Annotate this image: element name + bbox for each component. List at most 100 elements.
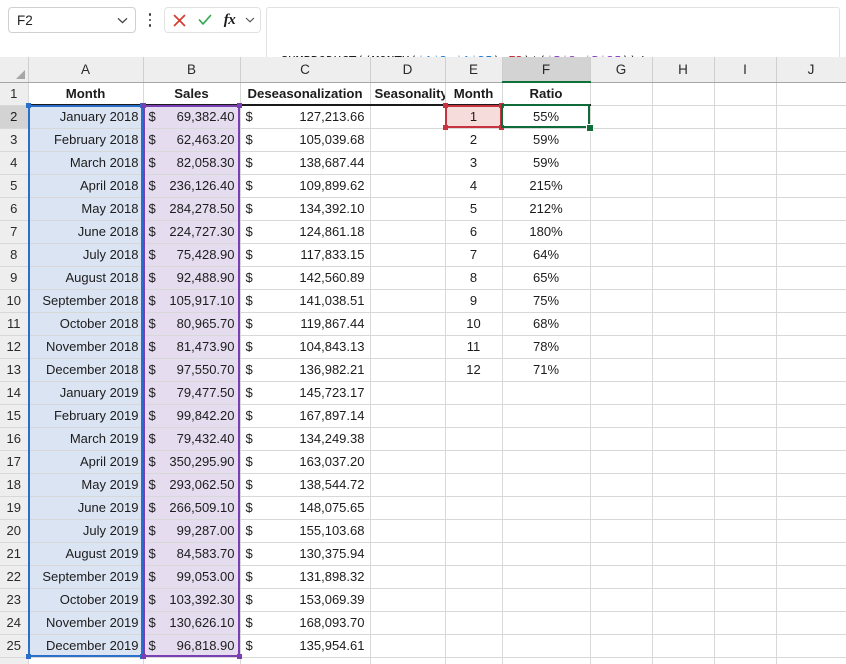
cell-I15[interactable]: [714, 404, 776, 427]
cell-H22[interactable]: [652, 565, 714, 588]
cell-E5[interactable]: 4: [445, 174, 502, 197]
cell-D10[interactable]: [370, 289, 445, 312]
name-box[interactable]: F2: [8, 7, 136, 33]
row-header-4[interactable]: 4: [0, 151, 28, 174]
cell-H19[interactable]: [652, 496, 714, 519]
cell-A21[interactable]: August 2019: [28, 542, 143, 565]
cell-D21[interactable]: [370, 542, 445, 565]
cell-C12[interactable]: $104,843.13: [240, 335, 370, 358]
row-header-14[interactable]: 14: [0, 381, 28, 404]
cell-D23[interactable]: [370, 588, 445, 611]
cell-E4[interactable]: 3: [445, 151, 502, 174]
row-header-6[interactable]: 6: [0, 197, 28, 220]
cell-F21[interactable]: [502, 542, 590, 565]
cell-B10[interactable]: $105,917.10: [143, 289, 240, 312]
cell-C19[interactable]: $148,075.65: [240, 496, 370, 519]
cell-H7[interactable]: [652, 220, 714, 243]
cell-B16[interactable]: $79,432.40: [143, 427, 240, 450]
row-header-9[interactable]: 9: [0, 266, 28, 289]
cell-E20[interactable]: [445, 519, 502, 542]
row-header-25[interactable]: 25: [0, 634, 28, 657]
cell-G9[interactable]: [590, 266, 652, 289]
cell-D24[interactable]: [370, 611, 445, 634]
cell-F6[interactable]: 212%: [502, 197, 590, 220]
cell-A4[interactable]: March 2018: [28, 151, 143, 174]
cell-G20[interactable]: [590, 519, 652, 542]
more-options-icon[interactable]: [141, 7, 159, 33]
cell-B13[interactable]: $97,550.70: [143, 358, 240, 381]
cell-I2[interactable]: [714, 105, 776, 128]
column-header-B[interactable]: B: [143, 57, 240, 82]
cell-E6[interactable]: 5: [445, 197, 502, 220]
cell-D16[interactable]: [370, 427, 445, 450]
cell-A14[interactable]: January 2019: [28, 381, 143, 404]
cell-I8[interactable]: [714, 243, 776, 266]
cell-G5[interactable]: [590, 174, 652, 197]
cell-C15[interactable]: $167,897.14: [240, 404, 370, 427]
cell-B6[interactable]: $284,278.50: [143, 197, 240, 220]
cell-J7[interactable]: [776, 220, 846, 243]
cell-C21[interactable]: $130,375.94: [240, 542, 370, 565]
cell-F2[interactable]: 55%: [502, 105, 590, 128]
cell-A5[interactable]: April 2018: [28, 174, 143, 197]
cell-J4[interactable]: [776, 151, 846, 174]
cell-I4[interactable]: [714, 151, 776, 174]
cell-C7[interactable]: $124,861.18: [240, 220, 370, 243]
cell-E10[interactable]: 9: [445, 289, 502, 312]
cell-C4[interactable]: $138,687.44: [240, 151, 370, 174]
cell-H3[interactable]: [652, 128, 714, 151]
cell-F1[interactable]: Ratio: [502, 82, 590, 105]
cell-J12[interactable]: [776, 335, 846, 358]
cell-E18[interactable]: [445, 473, 502, 496]
cell-G25[interactable]: [590, 634, 652, 657]
cell-J18[interactable]: [776, 473, 846, 496]
cell-A3[interactable]: February 2018: [28, 128, 143, 151]
cell-H5[interactable]: [652, 174, 714, 197]
cell-E19[interactable]: [445, 496, 502, 519]
cell-A19[interactable]: June 2019: [28, 496, 143, 519]
cell-H24[interactable]: [652, 611, 714, 634]
cell-H10[interactable]: [652, 289, 714, 312]
cell-E23[interactable]: [445, 588, 502, 611]
cell-F5[interactable]: 215%: [502, 174, 590, 197]
cell-I6[interactable]: [714, 197, 776, 220]
cell-G6[interactable]: [590, 197, 652, 220]
cell-D17[interactable]: [370, 450, 445, 473]
cell-B17[interactable]: $350,295.90: [143, 450, 240, 473]
cell-A8[interactable]: July 2018: [28, 243, 143, 266]
cell-H25[interactable]: [652, 634, 714, 657]
column-header-D[interactable]: D: [370, 57, 445, 82]
cell-B1[interactable]: Sales: [143, 82, 240, 105]
cell-H9[interactable]: [652, 266, 714, 289]
cell-F11[interactable]: 68%: [502, 312, 590, 335]
cell-J22[interactable]: [776, 565, 846, 588]
cell-J26[interactable]: [776, 657, 846, 664]
cell-C5[interactable]: $109,899.62: [240, 174, 370, 197]
column-header-C[interactable]: C: [240, 57, 370, 82]
cell-J10[interactable]: [776, 289, 846, 312]
cell-A10[interactable]: September 2018: [28, 289, 143, 312]
cell-J25[interactable]: [776, 634, 846, 657]
cell-J21[interactable]: [776, 542, 846, 565]
cell-I13[interactable]: [714, 358, 776, 381]
cell-G3[interactable]: [590, 128, 652, 151]
row-header-26[interactable]: 26: [0, 657, 28, 664]
cell-G23[interactable]: [590, 588, 652, 611]
cell-I19[interactable]: [714, 496, 776, 519]
cell-G8[interactable]: [590, 243, 652, 266]
cell-E3[interactable]: 2: [445, 128, 502, 151]
cell-F26[interactable]: [502, 657, 590, 664]
cell-B3[interactable]: $62,463.20: [143, 128, 240, 151]
cell-A18[interactable]: May 2019: [28, 473, 143, 496]
cell-I9[interactable]: [714, 266, 776, 289]
row-header-19[interactable]: 19: [0, 496, 28, 519]
cell-C23[interactable]: $153,069.39: [240, 588, 370, 611]
cell-E2[interactable]: 1: [445, 105, 502, 128]
cell-D6[interactable]: [370, 197, 445, 220]
row-header-8[interactable]: 8: [0, 243, 28, 266]
row-header-2[interactable]: 2: [0, 105, 28, 128]
cell-B26[interactable]: [143, 657, 240, 664]
cell-H13[interactable]: [652, 358, 714, 381]
cell-H6[interactable]: [652, 197, 714, 220]
cell-D9[interactable]: [370, 266, 445, 289]
